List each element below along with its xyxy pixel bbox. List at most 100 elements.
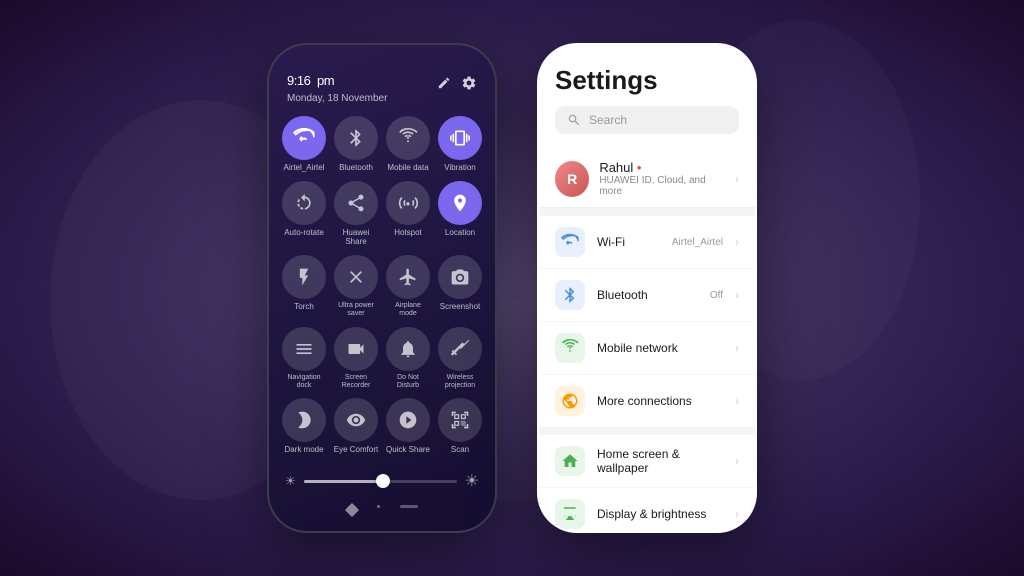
settings-row-more-connections[interactable]: More connections › — [539, 375, 755, 427]
wifi-settings-icon — [555, 227, 585, 257]
settings-row-bluetooth[interactable]: Bluetooth Off › — [539, 269, 755, 322]
brightness-track[interactable] — [304, 480, 457, 483]
dark-mode-label: Dark mode — [284, 445, 323, 455]
settings-list: R Rahul HUAWEI ID, Cloud, and more › Wi-… — [539, 150, 755, 531]
nav-dock-label: Navigationdock — [287, 374, 320, 391]
avatar: R — [555, 161, 589, 197]
brightness-control[interactable]: ☀ ☀ — [269, 465, 495, 497]
display-row-label: Display & brightness — [597, 507, 723, 521]
settings-row-mobile-network[interactable]: Mobile network › — [539, 322, 755, 375]
bluetooth-row-value: Off — [710, 290, 723, 301]
edit-icon — [437, 76, 451, 90]
qs-mobile-data[interactable]: Mobile data — [385, 116, 431, 175]
search-icon — [567, 113, 581, 127]
quick-settings-screen: 9:16 pm Monday, 18 November Airtel_Airte… — [269, 45, 495, 531]
qs-screen-recorder[interactable]: ScreenRecorder — [333, 327, 379, 393]
bluetooth-label: Bluetooth — [339, 163, 373, 173]
more-connections-row-chevron: › — [735, 394, 739, 408]
vibration-label: Vibration — [444, 163, 475, 173]
vibration-icon — [438, 116, 482, 160]
profile-chevron: › — [735, 172, 739, 186]
wifi-row-chevron: › — [735, 235, 739, 249]
wifi-icon — [282, 116, 326, 160]
mobile-network-row-label: Mobile network — [597, 341, 723, 355]
qs-torch[interactable]: Torch — [281, 255, 327, 321]
profile-row[interactable]: R Rahul HUAWEI ID, Cloud, and more › — [539, 150, 755, 208]
date-display: Monday, 18 November — [287, 93, 387, 104]
qs-autorotate[interactable]: Auto-rotate — [281, 181, 327, 249]
wifi-row-text: Wi-Fi — [597, 235, 660, 249]
home-screen-row-chevron: › — [735, 454, 739, 468]
brightness-high-icon: ☀ — [465, 471, 479, 491]
bluetooth-settings-icon — [555, 280, 585, 310]
settings-title: Settings — [555, 65, 739, 96]
bluetooth-icon — [334, 116, 378, 160]
qs-power-saver[interactable]: Ultra powersaver — [333, 255, 379, 321]
settings-row-wifi[interactable]: Wi-Fi Airtel_Airtel › — [539, 216, 755, 269]
settings-header: Settings Search — [539, 45, 755, 150]
dnd-icon — [386, 327, 430, 371]
time-display: 9:16 pm — [287, 61, 387, 92]
settings-row-display[interactable]: Display & brightness › — [539, 488, 755, 531]
settings-row-home-screen[interactable]: Home screen & wallpaper › — [539, 435, 755, 488]
settings-section-display: Home screen & wallpaper › Display & brig… — [539, 435, 755, 531]
qs-location[interactable]: Location — [437, 181, 483, 249]
eye-comfort-label: Eye Comfort — [334, 445, 378, 455]
qs-airplane[interactable]: Airplanemode — [385, 255, 431, 321]
search-bar[interactable]: Search — [555, 106, 739, 134]
dnd-label: Do NotDisturb — [397, 374, 419, 391]
scan-label: Scan — [451, 445, 469, 455]
mobile-network-settings-icon — [555, 333, 585, 363]
qs-wifi[interactable]: Airtel_Airtel — [281, 116, 327, 175]
time-value: 9:16 — [287, 73, 310, 88]
mobile-network-row-text: Mobile network — [597, 341, 723, 355]
torch-label: Torch — [294, 302, 314, 312]
quick-share-icon — [386, 398, 430, 442]
huawei-share-label: Huawei Share — [333, 228, 379, 247]
wifi-label: Airtel_Airtel — [284, 163, 325, 173]
nav-back[interactable] — [344, 503, 358, 517]
power-saver-icon — [334, 255, 378, 299]
qs-dnd[interactable]: Do NotDisturb — [385, 327, 431, 393]
wifi-row-value: Airtel_Airtel — [672, 237, 723, 248]
screenshot-icon — [438, 255, 482, 299]
bluetooth-row-text: Bluetooth — [597, 288, 698, 302]
nav-bar — [269, 497, 495, 531]
settings-icon[interactable] — [461, 75, 477, 91]
hotspot-icon — [386, 181, 430, 225]
qs-scan[interactable]: Scan — [437, 398, 483, 457]
profile-name: Rahul — [599, 160, 725, 175]
status-icons — [437, 75, 477, 91]
autorotate-label: Auto-rotate — [284, 228, 324, 238]
time-block: 9:16 pm Monday, 18 November — [287, 61, 387, 104]
qs-vibration[interactable]: Vibration — [437, 116, 483, 175]
qs-eye-comfort[interactable]: Eye Comfort — [333, 398, 379, 457]
display-row-chevron: › — [735, 507, 739, 521]
qs-bluetooth[interactable]: Bluetooth — [333, 116, 379, 175]
location-icon — [438, 181, 482, 225]
more-connections-settings-icon — [555, 386, 585, 416]
qs-wireless-proj[interactable]: Wirelessprojection — [437, 327, 483, 393]
nav-dock-icon — [282, 327, 326, 371]
mobile-network-row-chevron: › — [735, 341, 739, 355]
huawei-share-icon — [334, 181, 378, 225]
qs-screenshot[interactable]: Screenshot — [437, 255, 483, 321]
qs-nav-dock[interactable]: Navigationdock — [281, 327, 327, 393]
qs-dark-mode[interactable]: Dark mode — [281, 398, 327, 457]
ampm: pm — [317, 73, 334, 88]
wireless-proj-label: Wirelessprojection — [445, 374, 475, 391]
bluetooth-row-chevron: › — [735, 288, 739, 302]
qs-huawei-share[interactable]: Huawei Share — [333, 181, 379, 249]
brightness-thumb[interactable] — [376, 474, 390, 488]
airplane-label: Airplanemode — [395, 302, 421, 319]
qs-hotspot[interactable]: Hotspot — [385, 181, 431, 249]
profile-info: Rahul HUAWEI ID, Cloud, and more — [599, 160, 725, 197]
nav-forward[interactable] — [400, 505, 418, 508]
display-settings-icon — [555, 499, 585, 529]
dark-mode-icon — [282, 398, 326, 442]
left-phone: 9:16 pm Monday, 18 November Airtel_Airte… — [267, 43, 497, 533]
torch-icon — [282, 255, 326, 299]
settings-section-connectivity: Wi-Fi Airtel_Airtel › Bluetooth Off › — [539, 216, 755, 427]
home-screen-row-text: Home screen & wallpaper — [597, 447, 723, 475]
qs-quick-share[interactable]: Quick Share — [385, 398, 431, 457]
